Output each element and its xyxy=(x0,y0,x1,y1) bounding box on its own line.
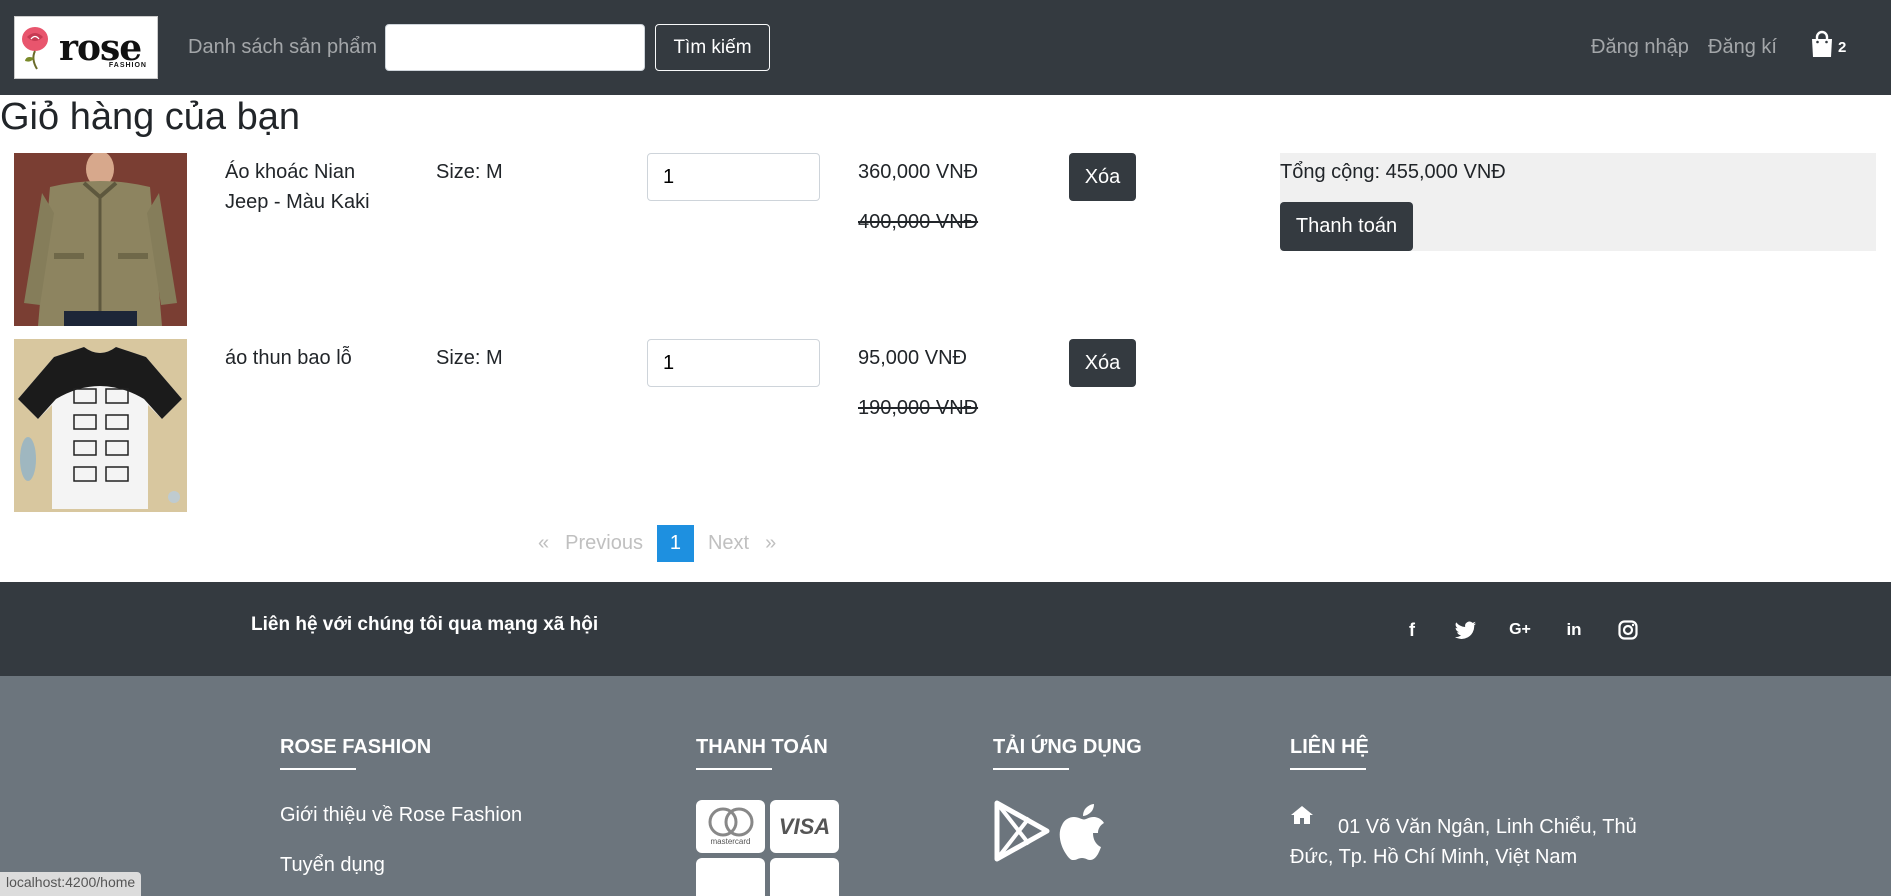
logo-subtext: FASHION xyxy=(108,62,147,69)
apple-icon[interactable] xyxy=(1057,802,1107,860)
facebook-icon[interactable]: f xyxy=(1400,618,1424,642)
shopping-bag-icon xyxy=(1812,30,1832,57)
footer-heading: ROSE FASHION xyxy=(280,736,432,758)
heading-underline xyxy=(1290,768,1366,770)
quantity-input[interactable] xyxy=(647,153,820,201)
mastercard-label: mastercard xyxy=(710,837,751,846)
rose-fashion-logo[interactable]: rose FASHION xyxy=(14,16,158,79)
nav-product-list[interactable]: Danh sách sản phẩm xyxy=(188,36,377,59)
logo-text: rose xyxy=(59,26,142,69)
product-name[interactable]: áo thun bao lỗ xyxy=(225,343,385,373)
rose-flower-icon xyxy=(22,26,48,70)
quantity-input[interactable] xyxy=(647,339,820,387)
cart-summary: Tổng cộng: 455,000 VNĐ Thanh toán xyxy=(1280,153,1876,251)
cart-count-badge: 2 xyxy=(1838,38,1847,56)
product-price: 95,000 VNĐ xyxy=(858,347,967,369)
footer-link-about[interactable]: Giới thiệu về Rose Fashion xyxy=(280,800,522,830)
nav-login[interactable]: Đăng nhập xyxy=(1591,36,1689,59)
cart-total: Tổng cộng: 455,000 VNĐ xyxy=(1280,161,1506,183)
heading-underline xyxy=(696,768,772,770)
status-bar-url: localhost:4200/home xyxy=(0,872,142,896)
contact-address-text: 01 Võ Văn Ngân, Linh Chiểu, Thủ Đức, Tp.… xyxy=(1290,816,1637,868)
social-bar: Liên hệ với chúng tôi qua mạng xã hội f … xyxy=(0,582,1891,676)
linkedin-icon[interactable]: in xyxy=(1562,618,1586,642)
pagination-page-current[interactable]: 1 xyxy=(656,525,694,562)
footer-link-careers[interactable]: Tuyển dụng xyxy=(280,850,522,880)
social-heading: Liên hệ với chúng tôi qua mạng xã hội xyxy=(251,614,599,635)
visa-icon: VISA xyxy=(770,800,839,853)
mastercard-icon: mastercard xyxy=(696,800,765,853)
cart-item-row: Áo khoác Nian Jeep - Màu Kaki Size: M 36… xyxy=(0,153,1200,328)
delete-item-button[interactable]: Xóa xyxy=(1069,339,1136,387)
instagram-icon[interactable] xyxy=(1616,618,1640,642)
search-button[interactable]: Tìm kiếm xyxy=(655,24,770,71)
heading-underline xyxy=(993,768,1069,770)
footer-col-about: ROSE FASHION Giới thiệu về Rose Fashion … xyxy=(280,736,522,896)
product-image-jacket[interactable] xyxy=(14,153,187,326)
google-plus-icon[interactable]: G+ xyxy=(1508,618,1532,642)
checkout-button[interactable]: Thanh toán xyxy=(1280,202,1413,251)
page-title: Giỏ hàng của bạn xyxy=(0,96,301,138)
pagination-previous[interactable]: Previous xyxy=(557,532,651,555)
pagination-next-arrow[interactable]: » xyxy=(757,532,784,555)
jcb-icon xyxy=(770,858,839,896)
footer-col-apps: TẢI ỨNG DỤNG xyxy=(993,736,1142,862)
product-size: Size: M xyxy=(436,161,503,183)
delete-item-button[interactable]: Xóa xyxy=(1069,153,1136,201)
footer-heading: TẢI ỨNG DỤNG xyxy=(993,736,1142,758)
nav-register[interactable]: Đăng kí xyxy=(1708,36,1777,59)
product-name[interactable]: Áo khoác Nian Jeep - Màu Kaki xyxy=(225,157,385,217)
navbar: rose FASHION Danh sách sản phẩm Tìm kiếm… xyxy=(0,0,1891,95)
footer-col-payment: THANH TOÁN mastercard VISA xyxy=(696,736,839,896)
social-icons: f G+ in xyxy=(1400,618,1670,642)
google-play-icon[interactable] xyxy=(993,800,1051,862)
footer-heading: LIÊN HỆ xyxy=(1290,736,1369,758)
pagination: « Previous 1 Next » xyxy=(530,525,784,562)
product-original-price: 190,000 VNĐ xyxy=(858,397,979,419)
app-store-icons xyxy=(993,800,1142,862)
cart-item-row: áo thun bao lỗ Size: M 95,000 VNĐ 190,00… xyxy=(0,339,1200,514)
cart-link[interactable]: 2 xyxy=(1810,30,1846,58)
product-size: Size: M xyxy=(436,347,503,369)
product-original-price: 400,000 VNĐ xyxy=(858,211,979,233)
twitter-icon[interactable] xyxy=(1454,618,1478,642)
pagination-next[interactable]: Next xyxy=(700,532,757,555)
pagination-prev-arrow[interactable]: « xyxy=(530,532,557,555)
paypal-icon xyxy=(696,858,765,896)
payment-methods: mastercard VISA xyxy=(696,800,839,896)
search-input[interactable] xyxy=(385,24,645,71)
footer-heading: THANH TOÁN xyxy=(696,736,828,758)
product-price: 360,000 VNĐ xyxy=(858,161,979,183)
heading-underline xyxy=(280,768,356,770)
product-image-tshirt[interactable] xyxy=(14,339,187,512)
